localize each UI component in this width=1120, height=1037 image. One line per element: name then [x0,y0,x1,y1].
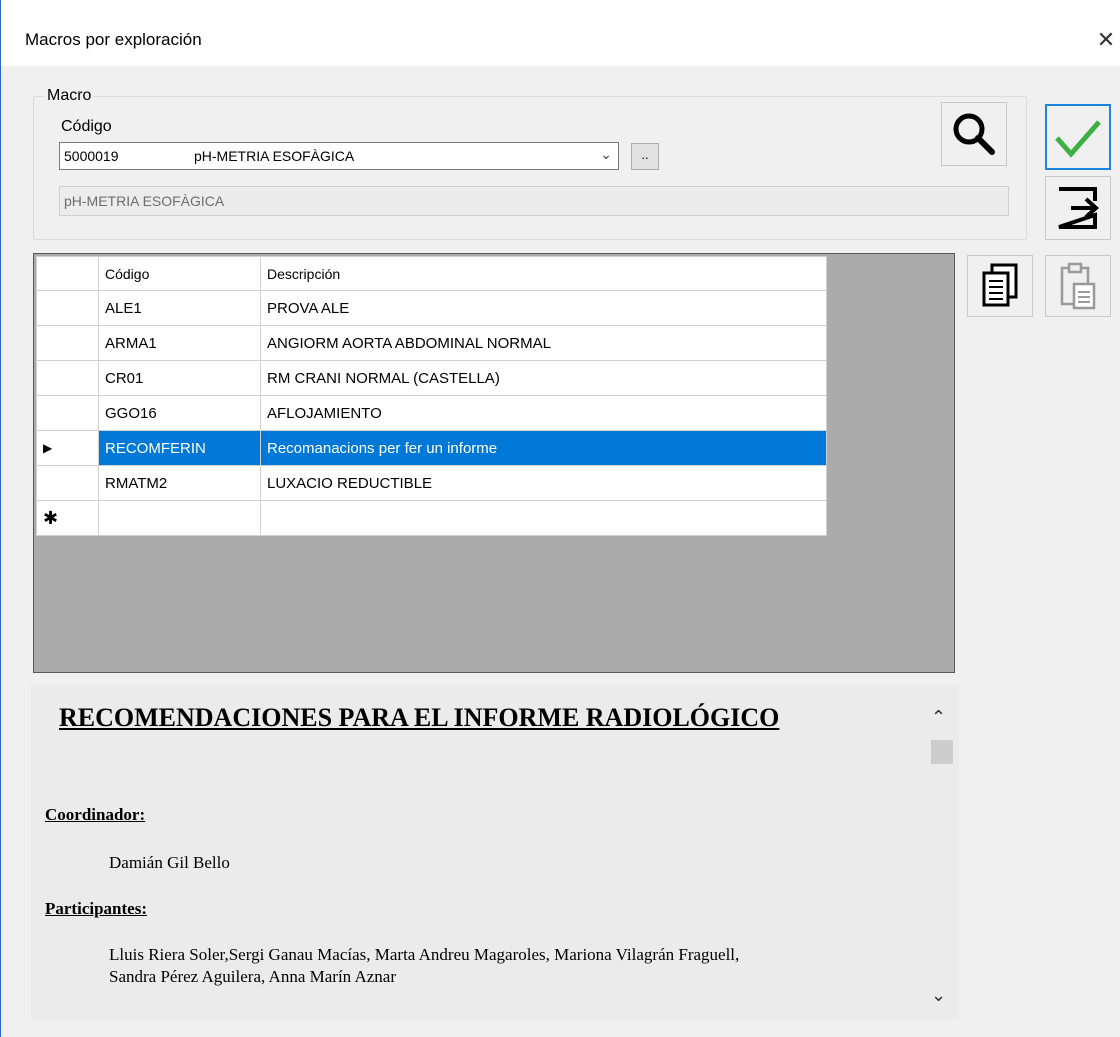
cell-description[interactable]: PROVA ALE [260,290,827,326]
exit-button[interactable] [1045,176,1111,240]
current-row-indicator[interactable]: ▶ [36,430,99,466]
table-row[interactable]: RMATM2 LUXACIO REDUCTIBLE [36,465,827,501]
row-selector[interactable] [36,465,99,501]
cell-code[interactable]: CR01 [98,360,261,396]
column-header-description[interactable]: Descripción [260,256,827,291]
paste-button[interactable] [1045,255,1111,317]
row-selector[interactable] [36,325,99,361]
macros-grid-panel: Código Descripción ALE1 PROVA ALE ARMA1 … [33,253,955,673]
table-row[interactable]: ARMA1 ANGIORM AORTA ABDOMINAL NORMAL [36,325,827,361]
cell-description[interactable]: Recomanacions per fer un informe [260,430,827,466]
chevron-down-icon[interactable]: ⌄ [600,146,612,163]
coordinator-heading: Coordinador: [45,805,146,824]
scroll-up-icon[interactable]: ⌃ [931,707,946,728]
cell-code[interactable]: RMATM2 [98,465,261,501]
exit-icon [1058,187,1099,229]
new-row[interactable]: ✱ [36,500,827,536]
macros-dialog: Macros por exploración ✕ Macro Código 50… [0,0,1120,1037]
cell-description[interactable] [260,500,827,536]
cell-code[interactable]: ARMA1 [98,325,261,361]
check-icon [1055,120,1101,158]
combo-desc-value: pH-METRIA ESOFÀGICA [194,148,355,164]
new-row-indicator[interactable]: ✱ [36,500,99,536]
cell-description[interactable]: RM CRANI NORMAL (CASTELLA) [260,360,827,396]
close-icon[interactable]: ✕ [1091,20,1120,60]
window-title: Macros por exploración [25,30,202,49]
table-row[interactable]: CR01 RM CRANI NORMAL (CASTELLA) [36,360,827,396]
scroll-down-icon[interactable]: ⌄ [931,985,946,1006]
grid-header-row: Código Descripción [36,256,827,291]
copy-icon [982,263,1018,307]
cell-description[interactable]: LUXACIO REDUCTIBLE [260,465,827,501]
cell-description[interactable]: ANGIORM AORTA ABDOMINAL NORMAL [260,325,827,361]
cell-code[interactable]: RECOMFERIN [98,430,261,466]
table-row[interactable]: GGO16 AFLOJAMIENTO [36,395,827,431]
row-selector[interactable] [36,290,99,326]
document-title: RECOMENDACIONES PARA EL INFORME RADIOLÓG… [59,703,780,732]
table-row-selected[interactable]: ▶ RECOMFERIN Recomanacions per fer un in… [36,430,827,466]
combo-code-value: 5000019 [64,148,119,164]
row-selector[interactable] [36,395,99,431]
coordinator-name: Damián Gil Bello [109,853,230,872]
search-icon [953,113,995,155]
cell-code[interactable]: ALE1 [98,290,261,326]
macro-group-label: Macro [45,87,94,105]
title-bar: Macros por exploración ✕ [1,0,1120,66]
row-header-corner [36,256,99,291]
row-selector[interactable] [36,360,99,396]
macro-code-combobox[interactable]: 5000019 pH-METRIA ESOFÀGICA ⌄ [59,142,619,170]
copy-button[interactable] [967,255,1033,317]
code-label: Código [61,118,112,135]
cell-code[interactable] [98,500,261,536]
macros-grid: Código Descripción ALE1 PROVA ALE ARMA1 … [36,256,827,536]
macro-description-field: pH-METRIA ESOFÀGICA [59,186,1009,216]
accept-button[interactable] [1045,104,1111,170]
cell-code[interactable]: GGO16 [98,395,261,431]
column-header-code[interactable]: Código [98,256,261,291]
scrollbar-thumb[interactable] [931,740,953,764]
participants-line-2: Sandra Pérez Aguilera, Anna Marín Aznar [109,967,397,986]
search-button[interactable] [941,102,1007,166]
document-preview[interactable]: RECOMENDACIONES PARA EL INFORME RADIOLÓG… [31,685,959,1020]
participants-line-1: Lluis Riera Soler,Sergi Ganau Macías, Ma… [109,945,740,964]
participants-heading: Participantes: [45,899,147,918]
table-row[interactable]: ALE1 PROVA ALE [36,290,827,326]
cell-description[interactable]: AFLOJAMIENTO [260,395,827,431]
browse-button[interactable]: .. [631,143,659,170]
paste-icon [1060,262,1096,310]
